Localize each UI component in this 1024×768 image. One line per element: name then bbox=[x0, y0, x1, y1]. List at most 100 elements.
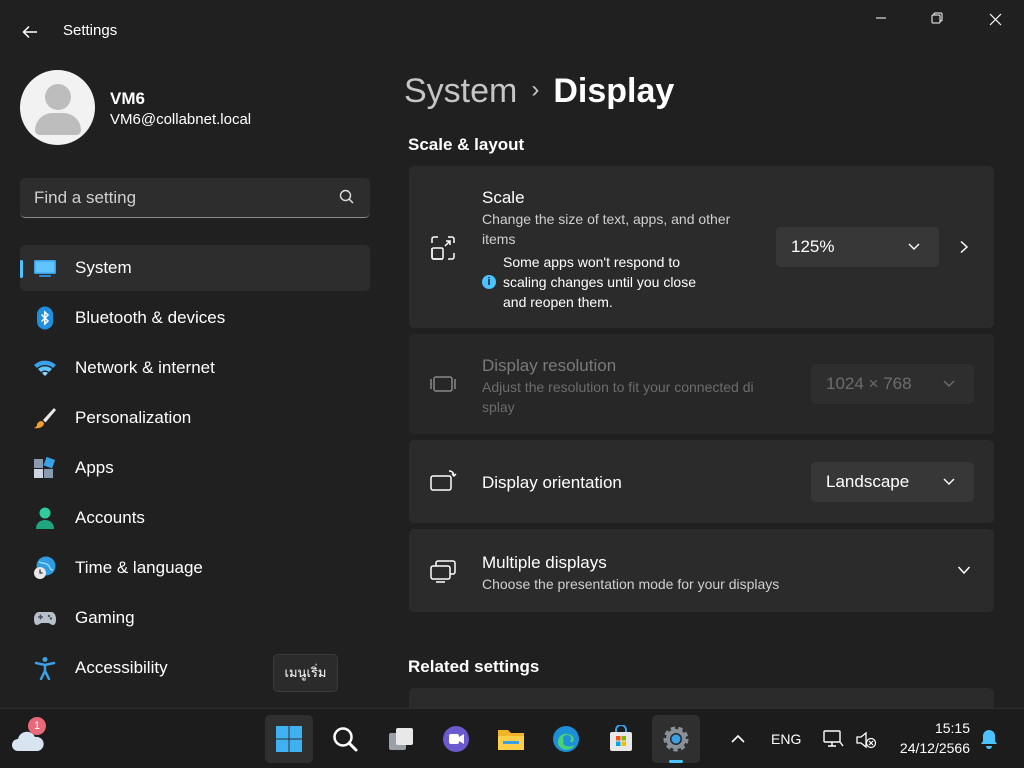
scale-dropdown[interactable]: 125% bbox=[776, 227, 939, 267]
section-title-related-settings: Related settings bbox=[408, 657, 540, 676]
orientation-title: Display orientation bbox=[482, 473, 622, 492]
sidebar-item-system[interactable]: System bbox=[20, 245, 370, 291]
scale-title: Scale bbox=[482, 188, 525, 207]
settings-icon bbox=[663, 726, 689, 752]
multiple-displays-card[interactable]: Multiple displays Choose the presentatio… bbox=[409, 529, 994, 612]
avatar[interactable] bbox=[20, 70, 95, 145]
orientation-dropdown[interactable]: Landscape bbox=[811, 462, 974, 502]
edge-icon bbox=[553, 726, 579, 752]
edge-button[interactable] bbox=[542, 715, 590, 763]
apps-icon bbox=[34, 456, 56, 478]
chevron-down-icon bbox=[908, 243, 920, 250]
multiple-displays-description: Choose the presentation mode for your di… bbox=[482, 576, 780, 592]
resolution-title: Display resolution bbox=[482, 356, 617, 375]
chevron-right-icon[interactable] bbox=[957, 240, 971, 254]
resolution-description: Adjust the resolution to fit your connec… bbox=[482, 379, 754, 415]
multiple-displays-title: Multiple displays bbox=[482, 553, 607, 572]
sidebar-item-apps[interactable]: Apps bbox=[20, 445, 370, 491]
section-title-scale-layout: Scale & layout bbox=[408, 135, 525, 154]
profile-name: VM6 bbox=[110, 89, 145, 108]
gamepad-icon bbox=[34, 612, 56, 625]
settings-taskbar-button[interactable] bbox=[652, 715, 700, 763]
clock-date: 24/12/2566 bbox=[899, 740, 970, 756]
chevron-down-icon bbox=[943, 478, 955, 485]
sidebar-item-network[interactable]: Network & internet bbox=[20, 345, 370, 391]
orientation-icon bbox=[430, 470, 457, 491]
sidebar-item-label: Apps bbox=[75, 458, 114, 477]
system-display-icon bbox=[34, 260, 56, 277]
arrow-left-icon bbox=[22, 25, 37, 39]
sidebar-item-personalization[interactable]: Personalization bbox=[20, 395, 370, 441]
scale-description: Change the size of text, apps, and other… bbox=[482, 211, 731, 247]
orientation-card: Display orientation Landscape bbox=[409, 440, 994, 523]
breadcrumb: System › Display bbox=[404, 72, 674, 118]
chevron-down-icon bbox=[943, 380, 955, 387]
start-button[interactable] bbox=[265, 715, 313, 763]
resolution-value: 1024 × 768 bbox=[826, 374, 912, 393]
profile-email: VM6@collabnet.local bbox=[110, 111, 252, 128]
chevron-down-icon[interactable] bbox=[957, 563, 971, 577]
sidebar-item-accounts[interactable]: Accounts bbox=[20, 495, 370, 541]
notification-bell-icon[interactable] bbox=[979, 728, 999, 750]
close-button[interactable] bbox=[972, 8, 1018, 32]
sidebar-item-label: Accessibility bbox=[75, 658, 168, 677]
speaker-muted-icon[interactable] bbox=[855, 729, 877, 751]
resolution-dropdown: 1024 × 768 bbox=[811, 364, 974, 404]
teams-chat-icon bbox=[443, 726, 469, 752]
person-icon bbox=[36, 507, 54, 529]
scale-card[interactable]: Scale Change the size of text, apps, and… bbox=[409, 166, 994, 328]
minimize-button[interactable] bbox=[858, 8, 904, 32]
multiple-displays-icon bbox=[430, 560, 456, 583]
breadcrumb-parent[interactable]: System bbox=[404, 72, 517, 110]
search-icon bbox=[339, 189, 354, 204]
page-title: Display bbox=[553, 72, 675, 110]
sidebar-item-label: System bbox=[75, 258, 132, 277]
sidebar-item-label: Accounts bbox=[75, 508, 145, 527]
store-button[interactable] bbox=[597, 715, 645, 763]
task-view-icon bbox=[389, 728, 413, 750]
sidebar-nav: System Bluetooth & devices Network & int… bbox=[20, 245, 370, 695]
orientation-value: Landscape bbox=[826, 472, 910, 491]
minimize-icon bbox=[876, 17, 886, 19]
bluetooth-icon bbox=[37, 306, 53, 330]
clock-time: 15:15 bbox=[934, 720, 970, 736]
taskbar-search-button[interactable] bbox=[321, 715, 369, 763]
sidebar-item-label: Gaming bbox=[75, 608, 135, 627]
info-icon: i bbox=[482, 275, 496, 289]
sidebar-item-time-language[interactable]: Time & language bbox=[20, 545, 370, 591]
scale-value: 125% bbox=[791, 237, 835, 256]
start-menu-tooltip: เมนูเริ่ม bbox=[273, 654, 338, 692]
sidebar-item-label: Network & internet bbox=[75, 358, 215, 377]
store-icon bbox=[610, 725, 632, 751]
app-title: Settings bbox=[63, 22, 118, 39]
sidebar-item-label: Bluetooth & devices bbox=[75, 308, 226, 327]
scale-icon bbox=[431, 236, 455, 260]
notification-badge: 1 bbox=[28, 717, 46, 735]
search-icon bbox=[333, 727, 358, 752]
search-input[interactable]: Find a setting bbox=[20, 178, 370, 218]
restore-icon bbox=[931, 12, 943, 24]
language-indicator[interactable]: ENG bbox=[771, 731, 801, 747]
paintbrush-icon bbox=[34, 408, 56, 429]
active-app-indicator bbox=[669, 760, 683, 763]
wifi-icon bbox=[34, 360, 56, 376]
chevron-up-icon[interactable] bbox=[730, 731, 746, 747]
sidebar-item-gaming[interactable]: Gaming bbox=[20, 595, 370, 641]
sidebar-item-bluetooth[interactable]: Bluetooth & devices bbox=[20, 295, 370, 341]
search-placeholder: Find a setting bbox=[34, 188, 137, 207]
avatar-body-shape bbox=[35, 113, 81, 135]
taskbar: 1 ENG 15:15 24/12/2566 bbox=[0, 708, 1024, 768]
close-icon bbox=[989, 13, 1001, 26]
sidebar-item-label: Personalization bbox=[75, 408, 192, 427]
task-view-button[interactable] bbox=[377, 715, 425, 763]
file-explorer-button[interactable] bbox=[487, 715, 535, 763]
related-settings-card[interactable] bbox=[409, 688, 994, 708]
restore-button[interactable] bbox=[914, 8, 960, 32]
file-explorer-icon bbox=[498, 730, 524, 750]
network-icon[interactable] bbox=[822, 728, 844, 750]
globe-clock-icon bbox=[34, 556, 56, 579]
start-icon bbox=[276, 726, 302, 752]
scale-note: Some apps won't respond to scaling chang… bbox=[503, 254, 697, 310]
teams-chat-button[interactable] bbox=[432, 715, 480, 763]
back-button[interactable] bbox=[18, 20, 42, 44]
